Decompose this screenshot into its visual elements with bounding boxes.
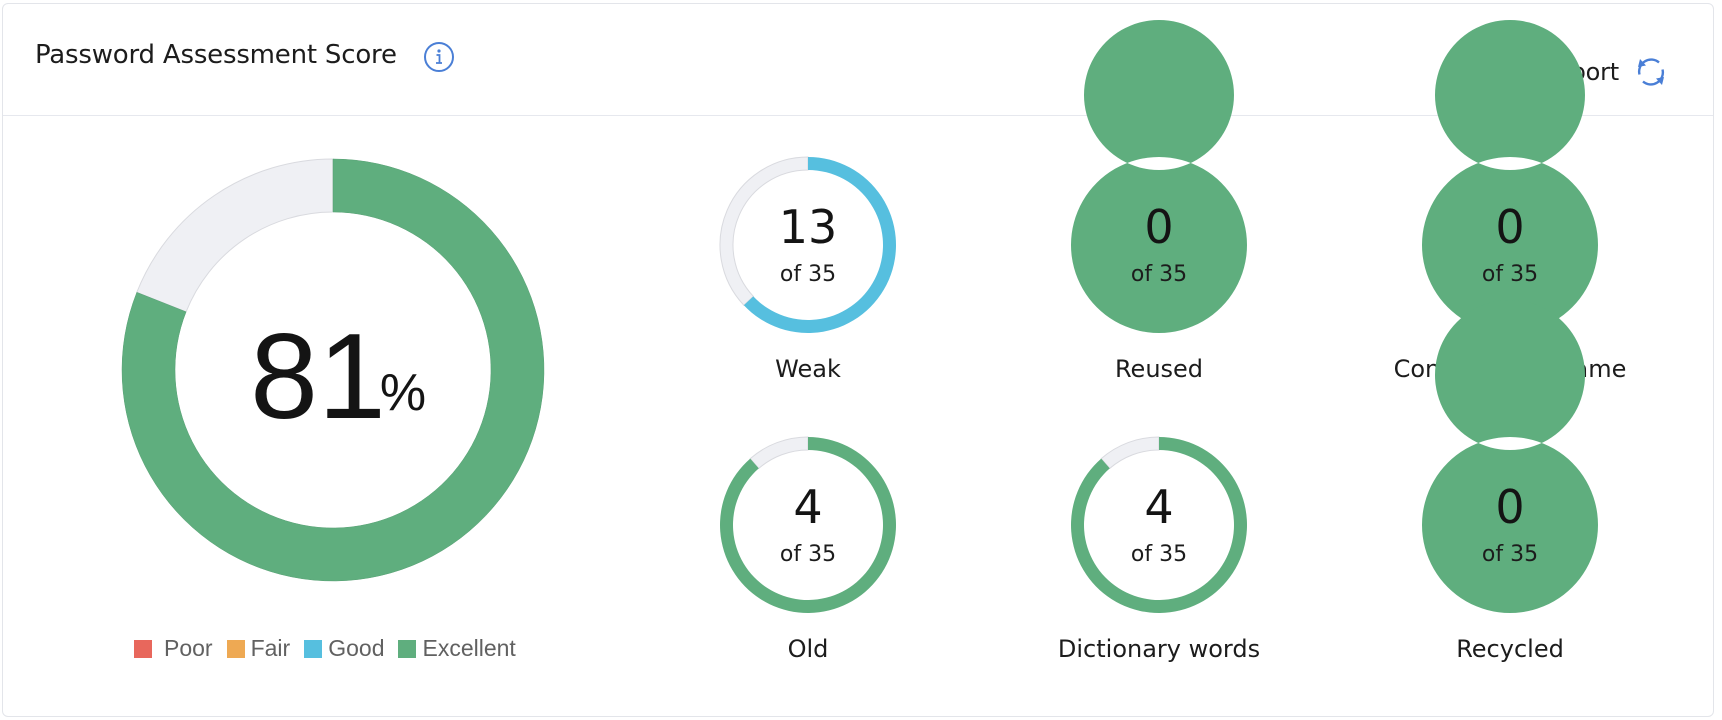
- legend-swatch-fair: [226, 639, 245, 658]
- legend-swatch-poor: [134, 639, 152, 658]
- metric-track-arc: [749, 436, 809, 470]
- metric-dictionary-words[interactable]: 4 of 35 Dictionary words: [1058, 436, 1260, 663]
- metric-of-total: of 35: [1131, 542, 1187, 567]
- score-value: 81: [250, 308, 386, 444]
- metric-weak[interactable]: 13 of 35 Weak: [719, 156, 897, 383]
- legend-swatch-good: [304, 639, 323, 658]
- score-charts: 81 % 13of 35Weak0of 35Reused0of 35Contai…: [121, 19, 1626, 663]
- metric-label: Old: [788, 635, 829, 663]
- metric-label: Dictionary words: [1058, 635, 1260, 663]
- metric-count: 4: [1144, 480, 1173, 534]
- legend-item-excellent[interactable]: Excellent: [398, 635, 516, 662]
- chart-legend: Poor Fair Good Excellent: [134, 635, 530, 662]
- legend-item-fair[interactable]: Fair: [226, 635, 291, 662]
- metric-donuts: 13of 35Weak0of 35Reused0of 35Contains us…: [719, 19, 1626, 663]
- legend-item-good[interactable]: Good: [304, 635, 384, 662]
- metric-count: 13: [779, 200, 838, 254]
- legend-label-fair: Fair: [250, 635, 291, 661]
- legend-label-excellent: Excellent: [422, 635, 516, 661]
- metric-of-total: of 35: [780, 542, 836, 567]
- metric-of-total: of 35: [780, 262, 836, 287]
- metric-label: Weak: [775, 355, 841, 383]
- metric-count: 4: [793, 480, 822, 534]
- metric-of-total: of 35: [1482, 542, 1538, 567]
- metric-count: 0: [1495, 200, 1524, 254]
- metric-of-total: of 35: [1482, 262, 1538, 287]
- legend-label-poor: Poor: [164, 635, 213, 661]
- metric-label: Recycled: [1456, 635, 1564, 663]
- legend-item-poor[interactable]: Poor: [134, 635, 213, 662]
- legend-swatch-excellent: [398, 639, 417, 658]
- metric-track-arc: [1100, 436, 1160, 470]
- metric-label: Reused: [1115, 355, 1203, 383]
- metric-count: 0: [1144, 200, 1173, 254]
- metric-recycled[interactable]: 0 of 35 Recycled: [1421, 300, 1598, 663]
- legend-label-good: Good: [328, 635, 385, 661]
- metric-reused[interactable]: 0 of 35 Reused: [1070, 19, 1247, 383]
- metric-count: 0: [1495, 480, 1524, 534]
- metric-of-total: of 35: [1131, 262, 1187, 287]
- metric-old[interactable]: 4 of 35 Old: [720, 436, 897, 663]
- score-unit: %: [380, 364, 426, 422]
- score-remaining-arc: [136, 158, 334, 313]
